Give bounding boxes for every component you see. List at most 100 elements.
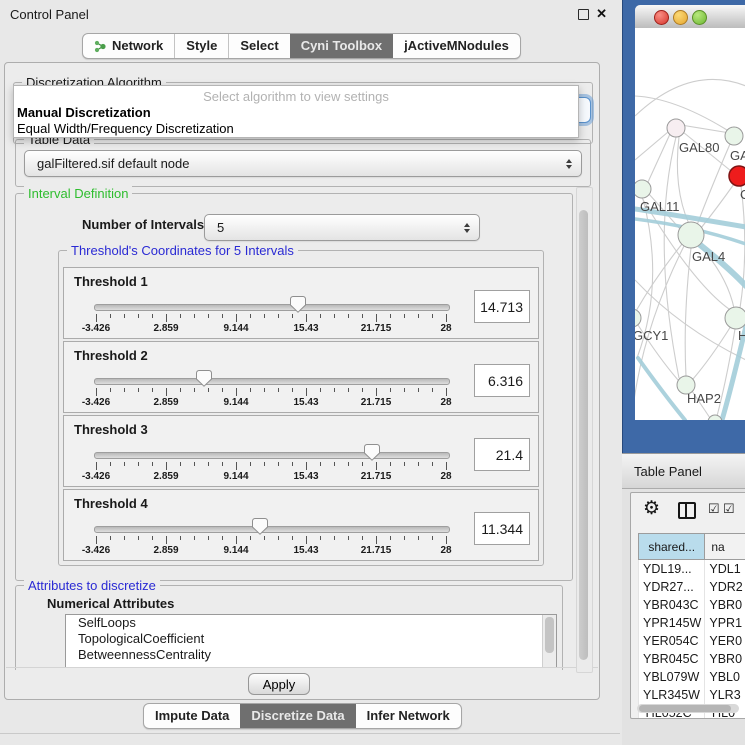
network-edge[interactable] [693, 326, 731, 379]
network-edge[interactable] [681, 125, 730, 133]
threshold-label: Threshold 3 [74, 422, 148, 437]
tick-mark [446, 388, 447, 396]
threshold-slider-track[interactable] [94, 526, 450, 533]
table-cell[interactable]: YDL19... [639, 560, 705, 579]
tab-label: jActiveMNodules [404, 34, 509, 58]
table-data-select[interactable]: galFiltered.sif default node [24, 150, 582, 177]
table-row[interactable]: YPR145WYPR1 [639, 614, 745, 632]
close-icon[interactable]: ✕ [596, 6, 607, 22]
table-column-header[interactable]: na [705, 534, 745, 560]
traffic-light-close[interactable] [654, 10, 669, 25]
threshold-slider-track[interactable] [94, 452, 450, 459]
table-row[interactable]: YBL079WYBL0 [639, 668, 745, 686]
tab-jactivemnodules[interactable]: jActiveMNodules [393, 34, 520, 58]
table-cell[interactable]: YLR345W [639, 686, 705, 704]
network-canvas[interactable]: GAL80GACGAL11GAL4GCY1HHAP2 [635, 28, 745, 420]
tick-mark [166, 388, 167, 396]
threshold-value-field[interactable]: 14.713 [474, 290, 530, 323]
tick-mark [432, 388, 433, 392]
table-hscrollbar[interactable] [637, 704, 739, 713]
table-cell[interactable]: YDR27... [639, 578, 705, 596]
table-cell[interactable]: YBR0 [705, 596, 745, 614]
tab-network[interactable]: Network [83, 34, 174, 58]
table-row[interactable]: YBR045CYBR0 [639, 650, 745, 668]
network-edge[interactable] [636, 244, 682, 311]
tick-mark [250, 536, 251, 540]
gear-icon[interactable]: ⚙ [643, 497, 660, 520]
table-cell[interactable]: YPR1 [705, 614, 745, 632]
threshold-slider-thumb[interactable] [364, 444, 380, 461]
tick-label: 28 [440, 471, 451, 482]
network-node-GAL11[interactable] [635, 180, 651, 198]
network-edge[interactable] [635, 132, 668, 160]
numerical-attributes-list[interactable]: SelfLoopsTopologicalCoefficientBetweenne… [65, 614, 557, 668]
tick-mark [278, 314, 279, 318]
network-node-GA-cut[interactable] [725, 127, 743, 145]
algorithm-option[interactable]: Equal Width/Frequency Discretization [14, 121, 578, 137]
threshold-value-field[interactable]: 21.4 [474, 438, 530, 471]
table-cell[interactable]: YPR145W [639, 614, 705, 632]
network-node-GAL80[interactable] [667, 119, 685, 137]
attribute-list-item[interactable]: BetweennessCentrality [66, 647, 556, 663]
network-edge[interactable] [740, 186, 745, 308]
tick-label: 28 [440, 323, 451, 334]
traffic-light-minimize[interactable] [673, 10, 688, 25]
float-window-icon[interactable] [578, 9, 589, 20]
tab-style[interactable]: Style [174, 34, 228, 58]
algorithm-option[interactable]: Manual Discretization [14, 105, 578, 121]
tick-mark [348, 388, 349, 392]
tick-mark [376, 536, 377, 544]
threshold-panel: Threshold 1-3.4262.8599.14415.4321.71528… [63, 267, 539, 339]
table-cell[interactable]: YLR3 [705, 686, 745, 704]
number-of-intervals-select[interactable]: 5 [204, 214, 480, 241]
attribute-list-item[interactable]: TopologicalCoefficient [66, 631, 556, 647]
threshold-slider-thumb[interactable] [290, 296, 306, 313]
network-node-H-cut[interactable] [725, 307, 745, 329]
table-cell[interactable]: YBL0 [705, 668, 745, 686]
table-cell[interactable]: YBR045C [639, 650, 705, 668]
tab-discretize-data[interactable]: Discretize Data [240, 704, 355, 728]
table-column-header[interactable]: shared... [639, 534, 705, 560]
threshold-slider-track[interactable] [94, 378, 450, 385]
table-cell[interactable]: YBR0 [705, 650, 745, 668]
tab-impute-data[interactable]: Impute Data [144, 704, 240, 728]
tick-mark [418, 462, 419, 466]
table-cell[interactable]: YDR2 [705, 578, 745, 596]
network-node-red-node[interactable] [729, 166, 745, 186]
table-row[interactable]: YLR345WYLR3 [639, 686, 745, 704]
attributes-scrollbar[interactable] [542, 615, 556, 667]
network-graph[interactable]: GAL80GACGAL11GAL4GCY1HHAP2 [635, 28, 745, 420]
threshold-value-field[interactable]: 11.344 [474, 512, 530, 545]
table-row[interactable]: YBR043CYBR0 [639, 596, 745, 614]
table-cell[interactable]: YDL1 [705, 560, 745, 579]
table-cell[interactable]: YBL079W [639, 668, 705, 686]
panel-scrollbar[interactable] [576, 187, 593, 673]
checkbox-icon[interactable]: ☑ [708, 501, 720, 517]
network-node-GAL4[interactable] [678, 222, 704, 248]
split-columns-icon[interactable] [678, 502, 696, 519]
table-row[interactable]: YDR27...YDR2 [639, 578, 745, 596]
traffic-light-zoom[interactable] [692, 10, 707, 25]
threshold-value-field[interactable]: 6.316 [474, 364, 530, 397]
tab-select[interactable]: Select [228, 34, 289, 58]
threshold-slider-track[interactable] [94, 304, 450, 311]
network-edge[interactable] [648, 134, 670, 182]
threshold-slider-thumb[interactable] [252, 518, 268, 535]
table-row[interactable]: YDL19...YDL1 [639, 560, 745, 579]
table-row[interactable]: YER054CYER0 [639, 632, 745, 650]
network-node-partial-bottom[interactable] [708, 415, 722, 420]
tick-mark [404, 536, 405, 540]
table-cell[interactable]: YER054C [639, 632, 705, 650]
tab-infer-network[interactable]: Infer Network [356, 704, 461, 728]
table-cell[interactable]: YER0 [705, 632, 745, 650]
attribute-list-item[interactable]: SelfLoops [66, 615, 556, 631]
network-window-titlebar[interactable] [635, 5, 745, 29]
tick-mark [390, 314, 391, 318]
table-cell[interactable]: YBR043C [639, 596, 705, 614]
tab-cyni-toolbox[interactable]: Cyni Toolbox [290, 34, 393, 58]
apply-button[interactable]: Apply [248, 673, 310, 695]
threshold-slider-thumb[interactable] [196, 370, 212, 387]
checkbox-icon[interactable]: ☑ [723, 501, 735, 517]
algorithm-dropdown-items: Manual DiscretizationEqual Width/Frequen… [14, 105, 578, 137]
network-node-GCY1[interactable] [635, 309, 641, 327]
